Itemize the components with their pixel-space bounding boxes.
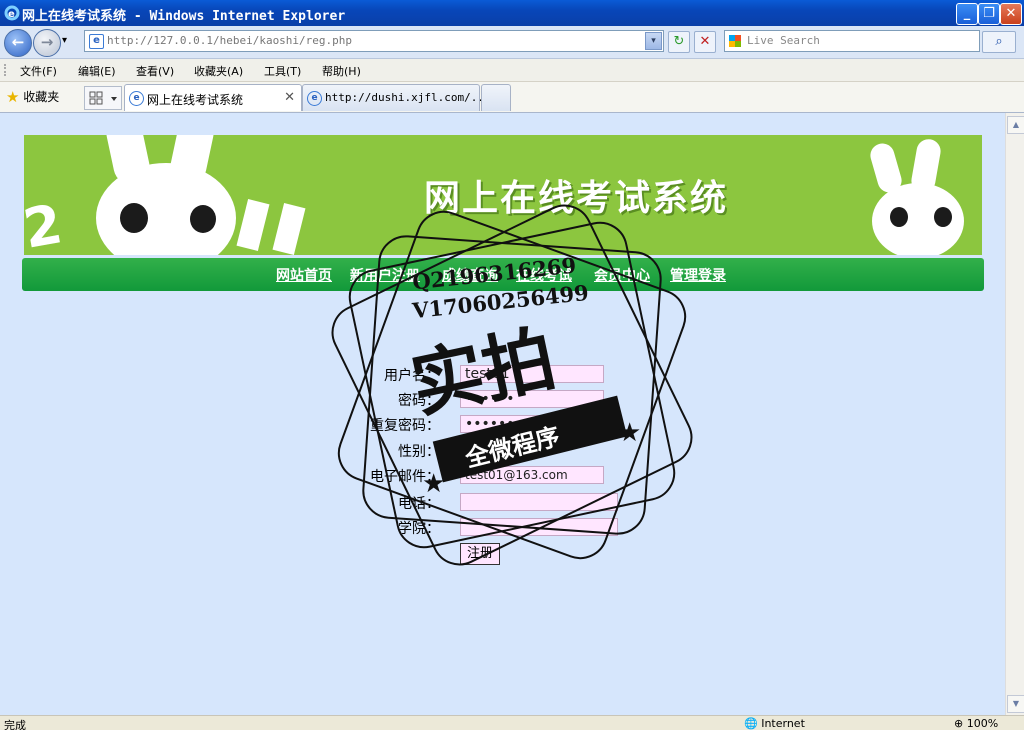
star-icon: ★ — [618, 418, 642, 448]
banner-title: 网上在线考试系统 — [424, 178, 729, 219]
repeat-password-label: 重复密码： — [370, 418, 440, 434]
globe-icon: 🌐 — [744, 717, 758, 730]
email-label: 电子邮件： — [370, 469, 440, 485]
nav-register[interactable]: 新用户注册 — [350, 265, 420, 285]
status-bar: 完成 🌐 Internet ⊕ 100% — [0, 715, 1024, 730]
url-text[interactable]: http://127.0.0.1/hebei/kaoshi/reg.php — [107, 34, 352, 47]
quick-tabs-button[interactable] — [84, 86, 122, 110]
rabbit-eye — [934, 207, 952, 227]
email-input[interactable]: test01@163.com — [460, 466, 604, 484]
stop-button[interactable]: ✕ — [694, 31, 716, 53]
vertical-scrollbar[interactable]: ▲ ▼ — [1005, 113, 1024, 715]
college-label: 学院： — [398, 521, 440, 537]
menu-favorites[interactable]: 收藏夹(A) — [194, 63, 243, 79]
close-tab-icon[interactable]: ✕ — [284, 90, 295, 105]
status-text: 完成 — [4, 719, 26, 730]
address-toolbar: ← → ▾ e http://127.0.0.1/hebei/kaoshi/re… — [0, 26, 1024, 59]
banner-decoration: 2 — [24, 192, 67, 255]
banner-decoration — [272, 203, 306, 255]
window-title: 网上在线考试系统 - Windows Internet Explorer — [22, 9, 346, 24]
history-dropdown-icon[interactable]: ▾ — [62, 35, 67, 46]
star-icon: ★ — [6, 88, 20, 106]
search-placeholder: Live Search — [747, 34, 820, 47]
menu-edit[interactable]: 编辑(E) — [78, 63, 116, 79]
zoom-icon: ⊕ — [954, 717, 964, 730]
favorites-button[interactable]: ★ 收藏夹 — [6, 88, 59, 106]
url-dropdown-icon[interactable]: ▾ — [645, 32, 662, 50]
tab-active[interactable]: e 网上在线考试系统 ✕ — [124, 84, 302, 111]
rabbit-eye — [120, 203, 148, 233]
nav-exam[interactable]: 在线考试 — [516, 265, 572, 285]
refresh-button[interactable]: ↻ — [668, 31, 690, 53]
scroll-down-icon[interactable]: ▼ — [1007, 695, 1024, 713]
search-input[interactable]: Live Search — [724, 30, 980, 52]
college-input[interactable] — [460, 518, 618, 536]
rabbit-eye — [890, 207, 908, 227]
phone-label: 电话： — [398, 496, 440, 512]
maximize-button[interactable]: ❐ — [978, 3, 1000, 25]
menu-tools[interactable]: 工具(T) — [264, 63, 301, 79]
security-zone: 🌐 Internet — [744, 717, 805, 730]
nav-scores[interactable]: 成绩查询 — [442, 265, 498, 285]
menu-grip — [4, 64, 8, 76]
repeat-password-input[interactable]: •••••• — [460, 415, 604, 433]
username-input[interactable]: test01 — [460, 365, 604, 383]
register-button[interactable]: 注册 — [460, 543, 500, 565]
tab-title: http://dushi.xjfl.com/... — [325, 91, 491, 104]
forward-button[interactable]: → — [33, 29, 61, 57]
site-banner: 2 网上在线考试系统 — [24, 135, 982, 255]
title-bar: e 网上在线考试系统 - Windows Internet Explorer _… — [0, 0, 1024, 26]
ie-logo-icon: e — [4, 5, 20, 21]
menu-file[interactable]: 文件(F) — [20, 63, 57, 79]
nav-home[interactable]: 网站首页 — [276, 265, 332, 285]
menu-bar: 文件(F) 编辑(E) 查看(V) 收藏夹(A) 工具(T) 帮助(H) — [0, 59, 1024, 82]
zoom-control[interactable]: ⊕ 100% — [954, 717, 998, 730]
tab-bar: ★ 收藏夹 e 网上在线考试系统 ✕ e http://dushi.xjfl.c… — [0, 82, 1024, 113]
tab-inactive[interactable]: e http://dushi.xjfl.com/... — [302, 84, 491, 111]
gender-select[interactable]: 男 ▼ — [460, 439, 502, 461]
phone-input[interactable] — [460, 493, 618, 511]
rabbit-eye — [190, 205, 216, 233]
close-window-button[interactable]: ✕ — [1000, 3, 1022, 25]
windows-logo-icon — [729, 35, 741, 47]
banner-decoration — [236, 199, 270, 251]
password-input[interactable]: •••••• — [460, 390, 604, 408]
page-viewport: 2 网上在线考试系统 网站首页 新用户注册 成绩查询 在线考试 会员中心 管理登… — [0, 113, 1005, 715]
search-go-button[interactable]: ⌕ — [982, 31, 1016, 53]
minimize-button[interactable]: _ — [956, 3, 978, 25]
menu-view[interactable]: 查看(V) — [136, 63, 174, 79]
tab-title: 网上在线考试系统 — [147, 93, 244, 107]
nav-member[interactable]: 会员中心 — [594, 265, 650, 285]
tab-page-icon: e — [307, 91, 322, 106]
favorites-label: 收藏夹 — [23, 90, 60, 104]
chevron-down-icon: ▼ — [485, 441, 500, 457]
svg-text:e: e — [8, 9, 15, 20]
menu-help[interactable]: 帮助(H) — [322, 63, 361, 79]
back-button[interactable]: ← — [4, 29, 32, 57]
zone-label: Internet — [761, 717, 805, 730]
new-tab-button[interactable] — [481, 84, 511, 111]
nav-admin-login[interactable]: 管理登录 — [670, 265, 726, 285]
page-icon: e — [89, 34, 104, 49]
tab-page-icon: e — [129, 91, 144, 106]
password-label: 密码： — [398, 393, 440, 409]
main-nav: 网站首页 新用户注册 成绩查询 在线考试 会员中心 管理登录 — [22, 258, 984, 291]
zoom-level: 100% — [966, 717, 999, 730]
gender-label: 性别： — [398, 444, 440, 460]
scroll-up-icon[interactable]: ▲ — [1007, 116, 1024, 134]
url-field[interactable]: e http://127.0.0.1/hebei/kaoshi/reg.php … — [84, 30, 664, 52]
username-label: 用户名： — [384, 368, 440, 384]
gender-value: 男 — [465, 445, 479, 460]
